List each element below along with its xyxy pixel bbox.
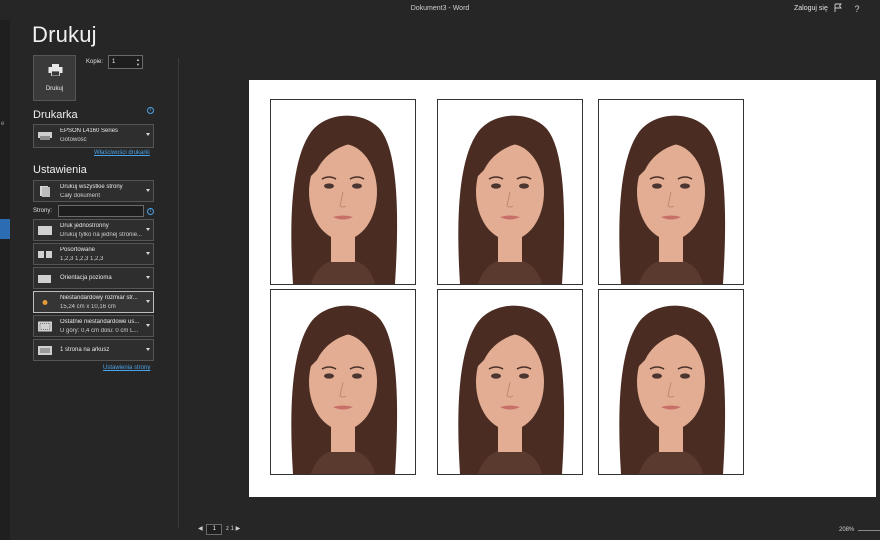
paper-size-icon [42,300,48,305]
chevron-down-icon [146,133,150,136]
printer-icon [48,64,63,76]
sides-line2: Drukuj tylko na jednej stronie... [60,232,143,238]
page-setup-link[interactable]: Ustawienia strony [103,365,150,371]
copies-spin-icon[interactable]: ▲ ▼ [136,57,140,67]
collation-line2: 1,2,3 1,2,3 1,2,3 [60,256,104,262]
portrait-drawing [458,305,565,474]
chevron-down-icon [146,228,150,231]
portrait-drawing [619,305,726,474]
title-bar: Dokument3 - Word Zaloguj się ? [0,0,880,20]
page-navigator: ◀ 1 z 1 ▶ [198,524,240,535]
zoom-slider[interactable] [858,530,880,531]
collation-select[interactable]: Posortowane 1,2,3 1,2,3 1,2,3 [33,243,154,265]
pages-icon [40,186,50,197]
pages-per-sheet-label: 1 strona na arkusz [60,347,110,353]
printer-name: EPSON L4160 Series [60,128,119,134]
chevron-down-icon [146,189,150,192]
page-title: Drukuj [32,22,97,47]
print-button-label: Drukuj [45,86,64,92]
orientation-label: Orientacja pozioma [60,275,112,281]
chevron-down-icon [146,348,150,351]
pages-per-sheet-select[interactable]: 1 strona na arkusz [33,339,154,361]
print-range-select[interactable]: Drukuj wszystkie strony Cały dokument [33,180,154,202]
paper-size-select[interactable]: Niestandardowy rozmiar str... 15,24 cm x… [33,291,154,313]
portrait-photo [598,289,744,475]
portrait-photo [270,99,416,285]
landscape-icon [38,275,51,283]
margins-line1: Ostatnie niestandardowe us... [60,319,140,325]
pages-label: Strony: [33,208,53,214]
print-range-line1: Drukuj wszystkie strony [60,184,123,190]
printer-status: Gotowość [60,137,87,143]
copies-label: Kopie: [86,59,104,65]
portrait-photo [270,289,416,475]
sign-in-link[interactable]: Zaloguj się [794,5,828,12]
copies-value: 1 [112,59,116,65]
printer-small-icon [38,132,52,140]
rail-selected-print[interactable] [0,219,10,239]
backstage-rail [0,20,10,540]
margins-line2: U góry: 0,4 cm dolu: 0 cm L... [60,328,139,334]
portrait-photo [598,99,744,285]
orientation-select[interactable]: Orientacja pozioma [33,267,154,289]
panel-divider [178,58,179,528]
chevron-down-icon [146,300,150,303]
pages-info-icon[interactable]: i [147,208,154,215]
paper-size-line2: 15,24 cm x 10,16 cm [60,304,116,310]
portrait-drawing [291,305,398,474]
printer-section-title: Drukarka [33,109,78,121]
sides-select[interactable]: Druk jednostronny Drukuj tylko na jednej… [33,219,154,241]
margins-select[interactable]: Ostatnie niestandardowe us... U góry: 0,… [33,315,154,337]
sides-line1: Druk jednostronny [60,223,109,229]
pages-per-sheet-icon [38,346,52,355]
printer-info-icon[interactable]: i [147,107,154,114]
settings-section-title: Ustawienia [33,164,87,176]
prev-page-icon[interactable]: ◀ [198,526,203,532]
printer-properties-link[interactable]: Właściwości drukarki [94,150,150,156]
print-range-line2: Cały dokument [60,193,101,199]
portrait-photo [437,289,583,475]
collated-icon [38,251,52,258]
pages-input[interactable] [58,205,144,217]
help-icon[interactable]: ? [851,3,863,15]
collation-line1: Posortowane [60,247,96,253]
portrait-drawing [291,115,398,284]
chevron-down-icon [146,324,150,327]
printer-select[interactable]: EPSON L4160 Series Gotowość [33,124,154,148]
chevron-down-icon [146,276,150,279]
portrait-photo [437,99,583,285]
next-page-icon[interactable]: ▶ [236,526,241,532]
copies-stepper[interactable]: 1 ▲ ▼ [108,55,143,69]
portrait-drawing [619,115,726,284]
print-button[interactable]: Drukuj [33,55,76,101]
rail-marker: e [1,121,5,127]
current-page-input[interactable]: 1 [206,524,223,535]
paper-size-line1: Niestandardowy rozmiar str... [60,295,138,301]
window-title: Dokument3 - Word [410,5,470,12]
chevron-down-icon [146,252,150,255]
margins-icon [38,321,52,332]
zoom-level[interactable]: 208% [839,527,854,533]
page-count: z 1 [225,526,234,532]
feedback-icon[interactable] [832,3,844,15]
one-sided-icon [38,226,52,235]
print-preview-page [249,80,876,497]
portrait-drawing [458,115,565,284]
